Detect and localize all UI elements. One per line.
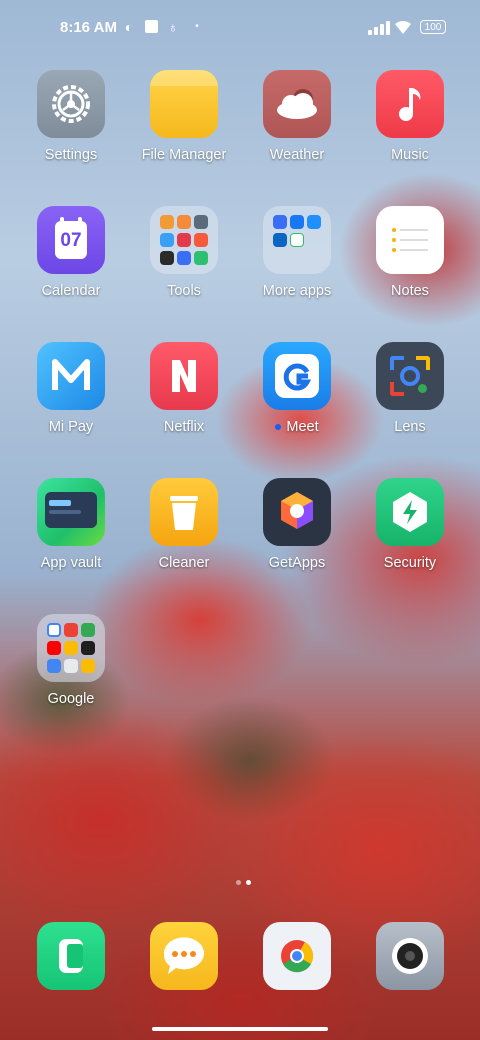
app-getapps[interactable]: GetApps	[242, 478, 352, 571]
more-apps-folder-icon	[263, 206, 331, 274]
home-gesture-bar[interactable]	[152, 1027, 328, 1031]
folder-more-apps[interactable]: More apps	[242, 206, 352, 299]
weather-cloud-icon	[263, 70, 331, 138]
app-weather[interactable]: Weather	[242, 70, 352, 163]
dock-camera[interactable]	[355, 922, 465, 990]
data-saver-icon: ◐	[124, 19, 134, 35]
meet-g-icon	[263, 342, 331, 410]
app-label: Google	[47, 691, 95, 707]
trash-icon	[150, 478, 218, 546]
app-label: Security	[383, 555, 437, 571]
app-netflix[interactable]: Netflix	[129, 342, 239, 435]
app-label: More apps	[262, 283, 332, 299]
app-label: Cleaner	[158, 555, 210, 571]
phone-icon	[37, 922, 105, 990]
more-notifications-icon: •	[195, 21, 199, 32]
app-cleaner[interactable]: Cleaner	[129, 478, 239, 571]
chrome-icon	[263, 922, 331, 990]
app-mi-pay[interactable]: Mi Pay	[16, 342, 126, 435]
app-label: App vault	[40, 555, 102, 571]
app-lens[interactable]: Lens	[355, 342, 465, 435]
dock-chrome[interactable]	[242, 922, 352, 990]
tools-folder-icon	[150, 206, 218, 274]
music-note-icon	[376, 70, 444, 138]
app-label: Calendar	[41, 283, 101, 299]
app-calendar[interactable]: 07 Calendar	[16, 206, 126, 299]
app-label: Lens	[394, 419, 426, 435]
dock-phone[interactable]	[16, 922, 126, 990]
app-label: Settings	[44, 147, 98, 163]
app-label: Notes	[391, 283, 429, 299]
meet-label: Meet	[286, 419, 319, 435]
folder-tools[interactable]: Tools	[129, 206, 239, 299]
messages-icon	[150, 922, 218, 990]
status-bar: 8:16 AM ◐ ♁ • 100	[0, 0, 480, 56]
app-meet[interactable]: Meet	[242, 342, 352, 435]
netflix-icon	[150, 342, 218, 410]
calendar-day: 07	[60, 230, 82, 251]
app-vault-icon	[37, 478, 105, 546]
app-music[interactable]: Music	[355, 70, 465, 163]
app-security[interactable]: Security	[355, 478, 465, 571]
battery-icon: 100	[420, 20, 446, 34]
folder-google[interactable]: Google	[16, 614, 126, 707]
app-label: Meet	[242, 419, 352, 435]
notification-square-icon	[143, 19, 159, 35]
google-folder-icon	[37, 614, 105, 682]
dock-messages[interactable]	[129, 922, 239, 990]
app-label: File Manager	[141, 147, 227, 163]
app-label: Mi Pay	[48, 419, 94, 435]
folder-icon	[150, 70, 218, 138]
signal-icon	[368, 21, 390, 35]
app-label: Netflix	[163, 419, 205, 435]
getapps-icon	[263, 478, 331, 546]
app-label: Weather	[269, 147, 325, 163]
location-icon: ♁	[167, 19, 179, 35]
app-app-vault[interactable]: App vault	[16, 478, 126, 571]
app-settings[interactable]: Settings	[16, 70, 126, 163]
app-label: Tools	[167, 283, 201, 299]
lens-icon	[376, 342, 444, 410]
status-time: 8:16 AM	[60, 19, 117, 36]
calendar-icon: 07	[37, 206, 105, 274]
new-indicator-dot	[275, 424, 282, 431]
mi-pay-icon	[37, 342, 105, 410]
page-indicator	[236, 880, 252, 886]
wifi-icon	[395, 20, 411, 34]
page-dot-active	[246, 880, 251, 885]
settings-icon	[37, 70, 105, 138]
app-label: GetApps	[268, 555, 326, 571]
app-label: Music	[391, 147, 429, 163]
security-shield-icon	[376, 478, 444, 546]
notes-icon	[376, 206, 444, 274]
camera-icon	[376, 922, 444, 990]
app-file-manager[interactable]: File Manager	[129, 70, 239, 163]
app-notes[interactable]: Notes	[355, 206, 465, 299]
page-dot	[236, 880, 241, 885]
